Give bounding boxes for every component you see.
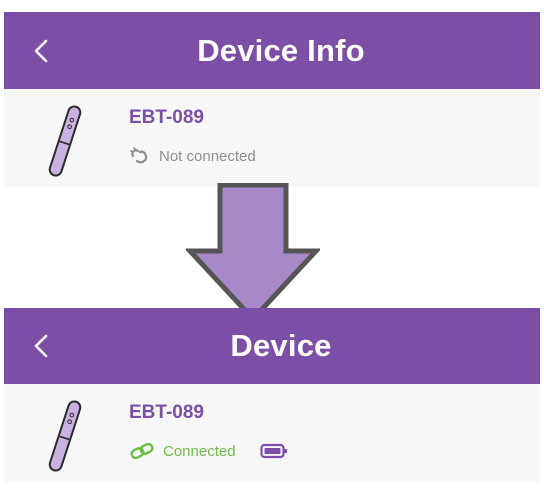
stylus-device-icon xyxy=(48,400,82,472)
device-card-connected[interactable]: EBT-089 Connected xyxy=(4,384,540,482)
page-title: Device Info xyxy=(197,32,365,68)
device-card-disconnected[interactable]: EBT-089 Not connected xyxy=(4,89,540,187)
connection-status-text: Not connected xyxy=(159,147,256,165)
link-icon xyxy=(130,442,154,460)
top-header-bar: Device Info xyxy=(4,12,540,89)
battery-icon xyxy=(259,443,287,459)
comparison-page: Device Info EBT-089 Not connected Device… xyxy=(0,0,544,491)
broken-link-icon xyxy=(130,147,148,164)
down-arrow-icon xyxy=(186,183,320,323)
connection-status: Not connected xyxy=(129,147,256,165)
connection-status: Connected xyxy=(129,442,288,460)
connection-status-text: Connected xyxy=(163,442,236,460)
device-name: EBT-089 xyxy=(129,107,204,128)
device-name: EBT-089 xyxy=(129,402,204,423)
page-title: Device xyxy=(230,328,332,363)
stylus-device-icon xyxy=(48,105,82,177)
bottom-header-bar: Device xyxy=(4,308,540,384)
